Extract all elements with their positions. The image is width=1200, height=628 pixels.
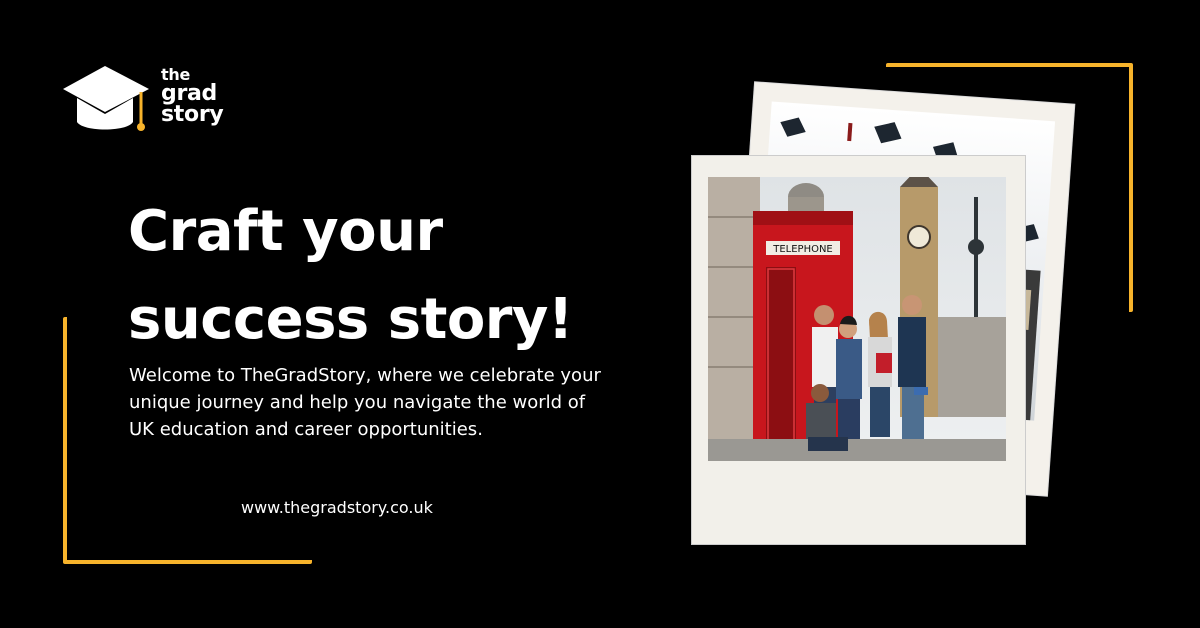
brand-line-grad: grad: [161, 81, 217, 106]
polaroid-front: TELEPHONE: [692, 156, 1025, 544]
headline: Craft your success story!: [128, 188, 573, 364]
headline-line-2: success story!: [128, 287, 573, 352]
website-link[interactable]: www.thegradstory.co.uk: [241, 498, 433, 517]
intro-paragraph: Welcome to TheGradStory, where we celebr…: [129, 365, 601, 440]
brand-wordmark: the grad story: [161, 66, 224, 127]
graduation-cap-icon: [63, 66, 149, 131]
headline-line-1: Craft your: [128, 199, 443, 264]
brand-logo[interactable]: the grad story: [63, 62, 238, 142]
london-students-photo: TELEPHONE: [708, 177, 1006, 461]
booth-sign-text: TELEPHONE: [772, 244, 833, 255]
brand-line-story: story: [161, 102, 224, 127]
